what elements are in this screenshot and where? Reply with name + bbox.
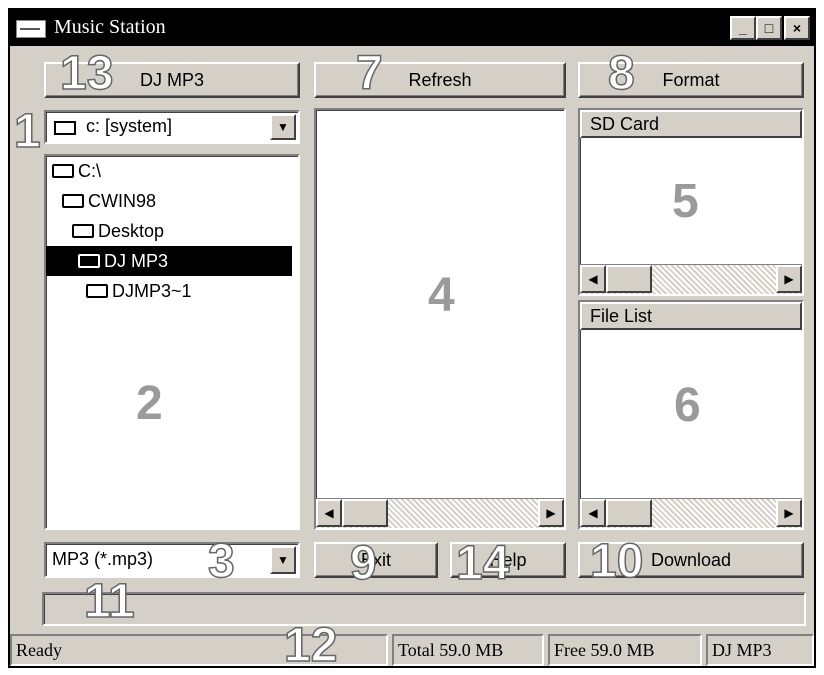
scroll-thumb[interactable]: [342, 499, 388, 527]
file-list-header: File List: [580, 302, 802, 330]
drive-select-value: c: [system]: [86, 116, 173, 136]
scroll-left-button[interactable]: ◀: [580, 265, 606, 293]
file-type-value: MP3 (*.mp3): [52, 549, 154, 569]
folder-open-icon: [78, 254, 100, 268]
region-number-4: 4: [428, 269, 455, 322]
status-total: Total 59.0 MB: [392, 634, 544, 666]
tree-item-dj-mp3[interactable]: DJ MP3: [46, 246, 292, 276]
file-type-dropdown-button[interactable]: ▼: [270, 546, 296, 574]
folder-open-icon: [72, 224, 94, 238]
callout-13: 13: [59, 47, 114, 100]
title-bar[interactable]: Music Station _ □ ×: [10, 10, 814, 46]
file-type-select[interactable]: MP3 (*.mp3) ▼: [44, 542, 300, 578]
drive-icon: [54, 121, 76, 135]
refresh-button[interactable]: Refresh: [314, 62, 566, 98]
status-free: Free 59.0 MB: [548, 634, 702, 666]
close-button[interactable]: ×: [784, 16, 810, 40]
minimize-button[interactable]: _: [730, 16, 756, 40]
region-number-5: 5: [672, 175, 699, 228]
callout-8: 8: [607, 47, 635, 100]
callout-1: 1: [13, 105, 41, 158]
folder-open-icon: [62, 194, 84, 208]
scroll-right-button[interactable]: ▶: [538, 499, 564, 527]
folder-open-icon: [52, 164, 74, 178]
app-icon: [16, 20, 46, 38]
scroll-left-button[interactable]: ◀: [316, 499, 342, 527]
callout-12: 12: [283, 619, 338, 672]
tree-item-label: DJMP3~1: [112, 281, 192, 301]
tree-item-desktop[interactable]: Desktop: [46, 216, 164, 246]
scroll-thumb[interactable]: [606, 499, 652, 527]
window-title: Music Station: [54, 16, 166, 38]
region-number-6: 6: [674, 379, 701, 432]
drive-select[interactable]: c: [system] ▼: [44, 110, 300, 144]
callout-3: 3: [207, 535, 235, 588]
main-window: Music Station _ □ × DJ MP3 Refresh Forma…: [8, 8, 816, 672]
sd-card-scrollbar[interactable]: ◀ ▶: [580, 264, 802, 294]
tree-item-label: CWIN98: [88, 191, 157, 211]
callout-10: 10: [589, 535, 644, 588]
tree-item-label: C:\: [78, 161, 102, 181]
maximize-button[interactable]: □: [756, 16, 782, 40]
tree-item-cwin98[interactable]: CWIN98: [46, 186, 156, 216]
callout-14: 14: [455, 537, 510, 590]
tree-item-c-drive[interactable]: C:\: [46, 156, 101, 186]
callout-7: 7: [355, 47, 383, 100]
sd-card-header: SD Card: [580, 110, 802, 138]
folder-tree[interactable]: C:\ CWIN98 Desktop DJ MP3 DJMP3~1: [44, 154, 300, 530]
scroll-right-button[interactable]: ▶: [776, 499, 802, 527]
callout-9: 9: [349, 537, 377, 590]
tree-item-label: Desktop: [98, 221, 165, 241]
tree-item-label: DJ MP3: [104, 251, 169, 271]
folder-icon: [86, 284, 108, 298]
region-number-2: 2: [136, 377, 163, 430]
tree-item-djmp3-1[interactable]: DJMP3~1: [46, 276, 192, 306]
scroll-left-button[interactable]: ◀: [580, 499, 606, 527]
callout-11: 11: [83, 575, 135, 628]
progress-bar: [42, 592, 806, 626]
file-list-scrollbar[interactable]: ◀ ▶: [580, 498, 802, 528]
scroll-thumb[interactable]: [606, 265, 652, 293]
drive-dropdown-button[interactable]: ▼: [270, 114, 296, 140]
scroll-right-button[interactable]: ▶: [776, 265, 802, 293]
status-device: DJ MP3: [706, 634, 814, 666]
file-panel-scrollbar[interactable]: ◀ ▶: [316, 498, 564, 528]
